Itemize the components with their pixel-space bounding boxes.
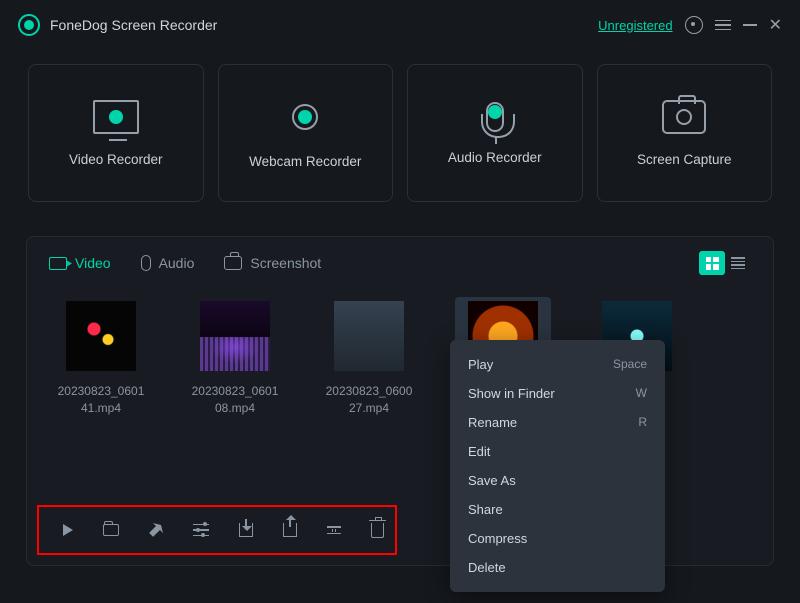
menu-item-label: Rename bbox=[468, 415, 517, 430]
close-button[interactable]: ✕ bbox=[769, 15, 782, 35]
share-button[interactable] bbox=[283, 523, 297, 537]
menu-item-label: Share bbox=[468, 502, 503, 517]
grid-icon bbox=[706, 257, 719, 270]
mode-audio-recorder[interactable]: Audio Recorder bbox=[407, 64, 583, 202]
list-icon bbox=[731, 257, 745, 269]
open-folder-button[interactable] bbox=[103, 524, 119, 536]
thumbnail bbox=[334, 301, 404, 371]
microphone-icon bbox=[486, 102, 504, 132]
microphone-icon bbox=[141, 255, 151, 271]
menu-item-label: Delete bbox=[468, 560, 506, 575]
app-title: FoneDog Screen Recorder bbox=[50, 17, 217, 33]
context-menu-edit[interactable]: Edit bbox=[450, 437, 665, 466]
context-menu-play[interactable]: Play Space bbox=[450, 350, 665, 379]
download-icon bbox=[239, 523, 253, 537]
minimize-button[interactable] bbox=[743, 24, 757, 26]
sliders-icon bbox=[193, 524, 209, 537]
menu-item-label: Edit bbox=[468, 444, 490, 459]
camera-icon bbox=[224, 256, 242, 270]
item-filename: 20230823_060108.mp4 bbox=[190, 383, 281, 417]
delete-button[interactable] bbox=[371, 523, 384, 538]
monitor-icon bbox=[93, 100, 139, 134]
shortcut: Space bbox=[613, 357, 647, 372]
shortcut: R bbox=[638, 415, 647, 430]
mode-webcam-recorder[interactable]: Webcam Recorder bbox=[218, 64, 394, 202]
mode-screen-capture[interactable]: Screen Capture bbox=[597, 64, 773, 202]
gear-icon[interactable] bbox=[685, 16, 703, 34]
compress-button[interactable] bbox=[327, 523, 341, 537]
item-filename: 20230823_060141.mp4 bbox=[56, 383, 147, 417]
view-list-button[interactable] bbox=[725, 251, 751, 275]
tab-label: Audio bbox=[159, 255, 195, 271]
menu-item-label: Save As bbox=[468, 473, 516, 488]
context-menu: Play Space Show in Finder W Rename R Edit S… bbox=[450, 340, 665, 592]
download-button[interactable] bbox=[239, 523, 253, 537]
library-item[interactable]: 20230823_060141.mp4 bbox=[53, 301, 149, 417]
play-icon bbox=[63, 524, 73, 536]
context-menu-compress[interactable]: Compress bbox=[450, 524, 665, 553]
play-button[interactable] bbox=[63, 524, 73, 536]
context-menu-save-as[interactable]: Save As bbox=[450, 466, 665, 495]
mode-label: Screen Capture bbox=[637, 152, 732, 167]
mode-label: Audio Recorder bbox=[448, 150, 542, 165]
tab-video[interactable]: Video bbox=[49, 255, 111, 271]
thumbnail bbox=[66, 301, 136, 371]
library-item[interactable]: 20230823_060108.mp4 bbox=[187, 301, 283, 417]
edit-button[interactable] bbox=[149, 523, 163, 537]
context-menu-show-in-finder[interactable]: Show in Finder W bbox=[450, 379, 665, 408]
item-filename: 20230823_060027.mp4 bbox=[324, 383, 415, 417]
menu-item-label: Compress bbox=[468, 531, 527, 546]
compress-icon bbox=[327, 523, 341, 537]
folder-icon bbox=[103, 524, 119, 536]
shortcut: W bbox=[636, 386, 647, 401]
action-bar bbox=[37, 505, 397, 555]
menu-icon[interactable] bbox=[715, 20, 731, 31]
app-logo bbox=[18, 14, 40, 36]
share-icon bbox=[283, 523, 297, 537]
menu-item-label: Show in Finder bbox=[468, 386, 555, 401]
menu-item-label: Play bbox=[468, 357, 493, 372]
context-menu-share[interactable]: Share bbox=[450, 495, 665, 524]
thumbnail bbox=[200, 301, 270, 371]
adjust-button[interactable] bbox=[193, 524, 209, 537]
pencil-icon bbox=[146, 520, 166, 540]
tab-screenshot[interactable]: Screenshot bbox=[224, 255, 321, 271]
mode-label: Webcam Recorder bbox=[249, 154, 361, 169]
tab-audio[interactable]: Audio bbox=[141, 255, 195, 271]
registration-link[interactable]: Unregistered bbox=[598, 18, 672, 33]
camera-icon bbox=[662, 100, 706, 134]
webcam-icon bbox=[283, 98, 327, 136]
context-menu-delete[interactable]: Delete bbox=[450, 553, 665, 582]
tab-label: Video bbox=[75, 255, 111, 271]
view-grid-button[interactable] bbox=[699, 251, 725, 275]
tab-label: Screenshot bbox=[250, 255, 321, 271]
trash-icon bbox=[371, 523, 384, 538]
video-icon bbox=[49, 257, 67, 270]
mode-video-recorder[interactable]: Video Recorder bbox=[28, 64, 204, 202]
context-menu-rename[interactable]: Rename R bbox=[450, 408, 665, 437]
library-item[interactable]: 20230823_060027.mp4 bbox=[321, 301, 417, 417]
mode-label: Video Recorder bbox=[69, 152, 163, 167]
